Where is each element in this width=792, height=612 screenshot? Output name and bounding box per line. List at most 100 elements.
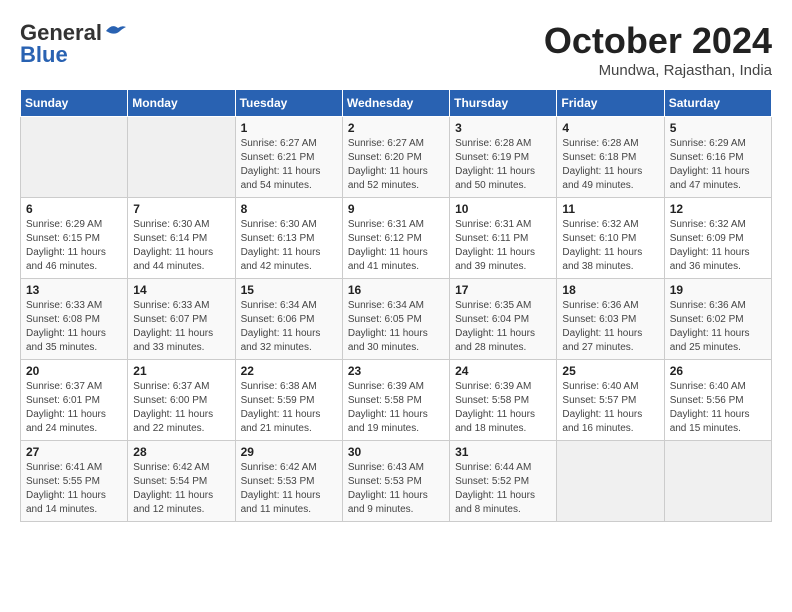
day-number: 3 [455,121,551,135]
logo: General Blue [20,20,126,68]
calendar-cell: 2 Sunrise: 6:27 AM Sunset: 6:20 PM Daylig… [342,117,449,198]
day-number: 15 [241,283,337,297]
day-number: 5 [670,121,766,135]
calendar-cell: 16 Sunrise: 6:34 AM Sunset: 6:05 PM Dayli… [342,279,449,360]
calendar-cell: 15 Sunrise: 6:34 AM Sunset: 6:06 PM Dayli… [235,279,342,360]
day-number: 6 [26,202,122,216]
cell-detail: Sunrise: 6:28 AM Sunset: 6:19 PM Dayligh… [455,137,551,193]
cell-detail: Sunrise: 6:34 AM Sunset: 6:05 PM Dayligh… [348,299,444,355]
day-number: 17 [455,283,551,297]
calendar-cell [128,117,235,198]
cell-detail: Sunrise: 6:33 AM Sunset: 6:07 PM Dayligh… [133,299,229,355]
calendar-cell [664,441,771,522]
cell-detail: Sunrise: 6:30 AM Sunset: 6:13 PM Dayligh… [241,218,337,274]
calendar-cell: 6 Sunrise: 6:29 AM Sunset: 6:15 PM Daylig… [21,198,128,279]
calendar-cell: 31Sunrise: 6:44 AM Sunset: 5:52 PM Dayli… [450,441,557,522]
weekday-header-tuesday: Tuesday [235,90,342,117]
cell-detail: Sunrise: 6:42 AM Sunset: 5:54 PM Dayligh… [133,461,229,517]
calendar-cell: 18Sunrise: 6:36 AM Sunset: 6:03 PM Dayli… [557,279,664,360]
day-number: 14 [133,283,229,297]
day-number: 19 [670,283,766,297]
day-number: 13 [26,283,122,297]
weekday-header-saturday: Saturday [664,90,771,117]
day-number: 2 [348,121,444,135]
weekday-header-friday: Friday [557,90,664,117]
cell-detail: Sunrise: 6:44 AM Sunset: 5:52 PM Dayligh… [455,461,551,517]
calendar-cell: 13 Sunrise: 6:33 AM Sunset: 6:08 PM Dayli… [21,279,128,360]
day-number: 16 [348,283,444,297]
page-header: General Blue October 2024 Mundwa, Rajast… [20,20,772,79]
day-number: 29 [241,445,337,459]
calendar-body: 1 Sunrise: 6:27 AM Sunset: 6:21 PM Daylig… [21,117,772,522]
location-subtitle: Mundwa, Rajasthan, India [544,62,772,79]
cell-detail: Sunrise: 6:37 AM Sunset: 6:01 PM Dayligh… [26,380,122,436]
cell-detail: Sunrise: 6:27 AM Sunset: 6:21 PM Dayligh… [241,137,337,193]
calendar-cell [557,441,664,522]
calendar-cell: 28 Sunrise: 6:42 AM Sunset: 5:54 PM Dayli… [128,441,235,522]
cell-detail: Sunrise: 6:40 AM Sunset: 5:57 PM Dayligh… [562,380,658,436]
calendar-cell: 27 Sunrise: 6:41 AM Sunset: 5:55 PM Dayli… [21,441,128,522]
calendar-week-row: 27 Sunrise: 6:41 AM Sunset: 5:55 PM Dayli… [21,441,772,522]
cell-detail: Sunrise: 6:32 AM Sunset: 6:10 PM Dayligh… [562,218,658,274]
weekday-header-monday: Monday [128,90,235,117]
calendar-cell: 21Sunrise: 6:37 AM Sunset: 6:00 PM Dayli… [128,360,235,441]
day-number: 4 [562,121,658,135]
calendar-cell: 1 Sunrise: 6:27 AM Sunset: 6:21 PM Daylig… [235,117,342,198]
cell-detail: Sunrise: 6:33 AM Sunset: 6:08 PM Dayligh… [26,299,122,355]
weekday-header-wednesday: Wednesday [342,90,449,117]
cell-detail: Sunrise: 6:29 AM Sunset: 6:16 PM Dayligh… [670,137,766,193]
calendar-cell: 5 Sunrise: 6:29 AM Sunset: 6:16 PM Daylig… [664,117,771,198]
cell-detail: Sunrise: 6:32 AM Sunset: 6:09 PM Dayligh… [670,218,766,274]
day-number: 1 [241,121,337,135]
cell-detail: Sunrise: 6:30 AM Sunset: 6:14 PM Dayligh… [133,218,229,274]
cell-detail: Sunrise: 6:40 AM Sunset: 5:56 PM Dayligh… [670,380,766,436]
calendar-cell: 14 Sunrise: 6:33 AM Sunset: 6:07 PM Dayli… [128,279,235,360]
calendar-cell: 12Sunrise: 6:32 AM Sunset: 6:09 PM Dayli… [664,198,771,279]
calendar-table: SundayMondayTuesdayWednesdayThursdayFrid… [20,89,772,522]
day-number: 22 [241,364,337,378]
day-number: 25 [562,364,658,378]
cell-detail: Sunrise: 6:39 AM Sunset: 5:58 PM Dayligh… [455,380,551,436]
cell-detail: Sunrise: 6:42 AM Sunset: 5:53 PM Dayligh… [241,461,337,517]
calendar-cell: 19 Sunrise: 6:36 AM Sunset: 6:02 PM Dayli… [664,279,771,360]
cell-detail: Sunrise: 6:31 AM Sunset: 6:12 PM Dayligh… [348,218,444,274]
day-number: 23 [348,364,444,378]
logo-bird-icon [104,23,126,39]
cell-detail: Sunrise: 6:31 AM Sunset: 6:11 PM Dayligh… [455,218,551,274]
cell-detail: Sunrise: 6:28 AM Sunset: 6:18 PM Dayligh… [562,137,658,193]
calendar-cell: 3 Sunrise: 6:28 AM Sunset: 6:19 PM Daylig… [450,117,557,198]
day-number: 11 [562,202,658,216]
calendar-week-row: 20 Sunrise: 6:37 AM Sunset: 6:01 PM Dayli… [21,360,772,441]
calendar-cell: 22 Sunrise: 6:38 AM Sunset: 5:59 PM Dayli… [235,360,342,441]
calendar-cell: 11 Sunrise: 6:32 AM Sunset: 6:10 PM Dayli… [557,198,664,279]
calendar-cell: 8 Sunrise: 6:30 AM Sunset: 6:13 PM Daylig… [235,198,342,279]
day-number: 24 [455,364,551,378]
cell-detail: Sunrise: 6:36 AM Sunset: 6:02 PM Dayligh… [670,299,766,355]
day-number: 27 [26,445,122,459]
day-number: 7 [133,202,229,216]
day-number: 28 [133,445,229,459]
calendar-cell: 24 Sunrise: 6:39 AM Sunset: 5:58 PM Dayli… [450,360,557,441]
logo-blue: Blue [20,42,68,68]
calendar-cell: 26Sunrise: 6:40 AM Sunset: 5:56 PM Dayli… [664,360,771,441]
calendar-week-row: 1 Sunrise: 6:27 AM Sunset: 6:21 PM Daylig… [21,117,772,198]
month-title: October 2024 [544,20,772,62]
cell-detail: Sunrise: 6:35 AM Sunset: 6:04 PM Dayligh… [455,299,551,355]
cell-detail: Sunrise: 6:39 AM Sunset: 5:58 PM Dayligh… [348,380,444,436]
cell-detail: Sunrise: 6:29 AM Sunset: 6:15 PM Dayligh… [26,218,122,274]
cell-detail: Sunrise: 6:38 AM Sunset: 5:59 PM Dayligh… [241,380,337,436]
calendar-cell [21,117,128,198]
cell-detail: Sunrise: 6:43 AM Sunset: 5:53 PM Dayligh… [348,461,444,517]
calendar-cell: 17 Sunrise: 6:35 AM Sunset: 6:04 PM Dayli… [450,279,557,360]
cell-detail: Sunrise: 6:34 AM Sunset: 6:06 PM Dayligh… [241,299,337,355]
calendar-cell: 23 Sunrise: 6:39 AM Sunset: 5:58 PM Dayli… [342,360,449,441]
cell-detail: Sunrise: 6:27 AM Sunset: 6:20 PM Dayligh… [348,137,444,193]
calendar-week-row: 6 Sunrise: 6:29 AM Sunset: 6:15 PM Daylig… [21,198,772,279]
calendar-cell: 7 Sunrise: 6:30 AM Sunset: 6:14 PM Daylig… [128,198,235,279]
calendar-header-row: SundayMondayTuesdayWednesdayThursdayFrid… [21,90,772,117]
day-number: 8 [241,202,337,216]
day-number: 30 [348,445,444,459]
day-number: 18 [562,283,658,297]
day-number: 20 [26,364,122,378]
cell-detail: Sunrise: 6:41 AM Sunset: 5:55 PM Dayligh… [26,461,122,517]
